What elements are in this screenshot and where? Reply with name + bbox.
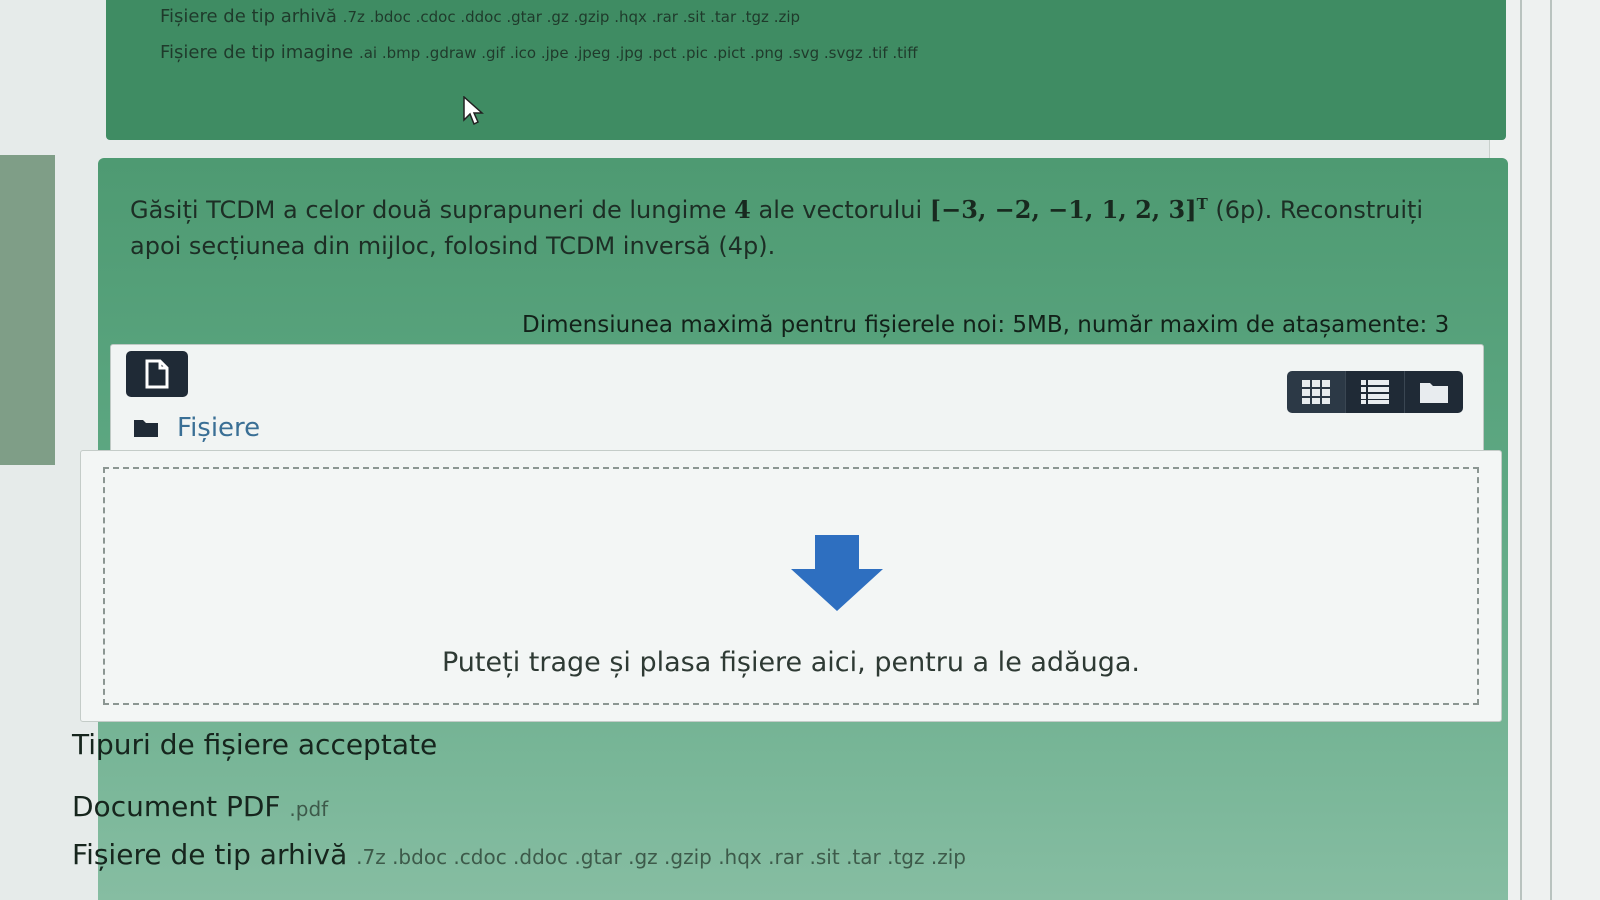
accepted-type-row: Fișiere de tip arhivă .7z .bdoc .cdoc .d… xyxy=(72,838,966,871)
tree-view-button[interactable] xyxy=(1405,371,1463,413)
list-view-button[interactable] xyxy=(1346,371,1405,413)
download-arrow-icon xyxy=(791,535,883,611)
question-length: 4 xyxy=(734,195,751,224)
filemanager-toolbar: Fișiere xyxy=(110,344,1484,464)
drop-zone-text: Puteți trage și plasa fișiere aici, pent… xyxy=(441,647,1140,678)
margin-line xyxy=(1550,0,1552,900)
accepted-type-label: Document PDF xyxy=(72,790,281,823)
image-types-row: Fișiere de tip imagine .ai .bmp .gdraw .… xyxy=(160,42,918,63)
folder-icon xyxy=(134,420,158,437)
image-types-exts: .ai .bmp .gdraw .gif .ico .jpe .jpeg .jp… xyxy=(358,44,918,62)
accepted-type-row: Document PDF .pdf xyxy=(72,790,328,823)
accepted-types-title: Tipuri de fișiere acceptate xyxy=(72,728,438,761)
question-text-before: Găsiți TCDM a celor două suprapuneri de … xyxy=(130,196,727,224)
accepted-types-panel-top: Fișiere de tip arhivă .7z .bdoc .cdoc .d… xyxy=(106,0,1506,140)
breadcrumb: Fișiere xyxy=(133,413,260,443)
grid-view-icon xyxy=(1302,380,1330,404)
question-text-mid: ale vectorului xyxy=(758,196,923,224)
upload-limit-note: Dimensiunea maximă pentru fișierele noi:… xyxy=(522,312,1450,338)
accepted-type-label: Fișiere de tip arhivă xyxy=(72,838,348,871)
mouse-cursor-icon xyxy=(463,96,484,126)
question-text: Găsiți TCDM a celor două suprapuneri de … xyxy=(130,186,1430,264)
add-file-button[interactable] xyxy=(126,351,188,397)
file-add-icon xyxy=(145,359,169,389)
grid-view-button[interactable] xyxy=(1287,371,1346,413)
accepted-type-exts: .pdf xyxy=(289,797,329,821)
breadcrumb-files-link[interactable]: Fișiere xyxy=(177,413,260,443)
left-edge-strip xyxy=(0,155,55,465)
drop-zone-border: Puteți trage și plasa fișiere aici, pent… xyxy=(103,467,1479,705)
archive-types-row: Fișiere de tip arhivă .7z .bdoc .cdoc .d… xyxy=(160,6,800,27)
question-transpose: T xyxy=(1196,195,1208,213)
image-types-label: Fișiere de tip imagine xyxy=(160,42,354,63)
folder-view-icon xyxy=(1420,383,1448,403)
accepted-type-exts: .7z .bdoc .cdoc .ddoc .gtar .gz .gzip .h… xyxy=(356,845,966,869)
view-mode-group xyxy=(1287,371,1463,413)
list-view-icon xyxy=(1361,380,1389,404)
archive-types-label: Fișiere de tip arhivă xyxy=(160,6,337,27)
question-vector: [−3, −2, −1, 1, 2, 3] xyxy=(929,195,1197,224)
archive-types-exts: .7z .bdoc .cdoc .ddoc .gtar .gz .gzip .h… xyxy=(342,8,801,26)
file-drop-zone[interactable]: Puteți trage și plasa fișiere aici, pent… xyxy=(80,450,1502,722)
margin-line xyxy=(1520,0,1522,900)
